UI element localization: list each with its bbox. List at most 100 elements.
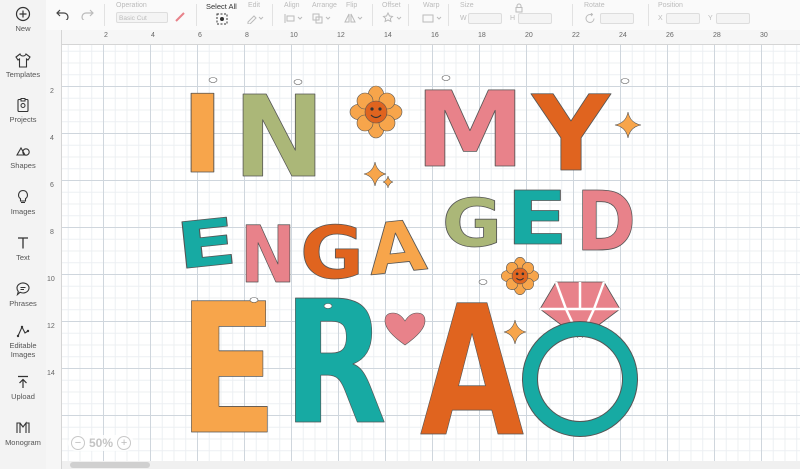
edit-group: Edit: [248, 2, 260, 9]
text-t-icon: [18, 237, 28, 249]
ruler-number: 18: [478, 32, 486, 39]
arrange-icon[interactable]: [312, 13, 332, 24]
sidebar-item-editable-images[interactable]: Editable Images: [0, 323, 46, 359]
redo-icon[interactable]: [80, 8, 94, 20]
sidebar-item-label: Text: [16, 253, 30, 262]
hang-hole: [478, 279, 488, 285]
letter-a[interactable]: A: [420, 268, 525, 461]
sidebar-item-label: New: [15, 24, 31, 33]
select-all-label: Select All: [206, 2, 237, 11]
sidebar-item-templates[interactable]: Templates: [0, 52, 46, 79]
align-label: Align: [284, 2, 300, 9]
heart-icon[interactable]: [384, 312, 426, 346]
height-input[interactable]: [518, 13, 552, 24]
sidebar-item-shapes[interactable]: Shapes: [0, 143, 46, 170]
ruler-number: 6: [50, 182, 54, 189]
y-position-input[interactable]: [716, 13, 750, 24]
toolbar-divider: [196, 4, 197, 26]
sidebar-item-label: Editable Images: [9, 341, 37, 359]
design-canvas[interactable]: I N M Y E N G A G E D E R A: [62, 45, 800, 461]
ruler-number: 20: [525, 32, 533, 39]
align-group: Align: [284, 2, 300, 9]
sparkle-icon[interactable]: [382, 175, 394, 189]
letter-e[interactable]: E: [506, 176, 569, 263]
zoom-out-button[interactable]: −: [71, 436, 85, 450]
upload-arrow-icon: [18, 375, 28, 388]
sidebar-item-label: Projects: [9, 115, 37, 124]
letter-d[interactable]: D: [576, 175, 637, 271]
sidebar-item-monogram[interactable]: Monogram: [0, 420, 46, 447]
size-h-label: H: [510, 15, 516, 22]
flip-icon[interactable]: [344, 13, 364, 24]
x-position-input[interactable]: [666, 13, 700, 24]
smiley-flower-icon[interactable]: [349, 85, 403, 139]
ruler-number: 12: [47, 323, 55, 330]
letter-n[interactable]: N: [233, 73, 326, 204]
ruler-number: 2: [104, 32, 108, 39]
width-input[interactable]: [468, 13, 502, 24]
edit-pencil-icon[interactable]: [246, 13, 264, 24]
sparkle-icon[interactable]: [614, 111, 642, 139]
toolbar-divider: [448, 4, 449, 26]
horizontal-scrollbar[interactable]: [62, 461, 800, 469]
sidebar-item-upload[interactable]: Upload: [0, 374, 46, 401]
sidebar-item-projects[interactable]: Projects: [0, 97, 46, 124]
letter-e[interactable]: E: [178, 266, 279, 461]
ruler-number: 30: [760, 32, 768, 39]
ruler-number: 10: [290, 32, 298, 39]
rotate-group: Rotate: [584, 2, 605, 9]
ruler-number: 26: [666, 32, 674, 39]
pen-color-icon[interactable]: [174, 11, 186, 23]
sidebar-item-phrases[interactable]: Phrases: [0, 281, 46, 308]
align-icon[interactable]: [284, 13, 304, 24]
undo-icon[interactable]: [56, 8, 70, 20]
scrollbar-thumb[interactable]: [70, 462, 150, 468]
select-all-group[interactable]: Select All: [206, 2, 237, 11]
offset-label: Offset: [382, 2, 401, 9]
diamond-ring-icon[interactable]: [522, 281, 638, 437]
ruler-number: 2: [50, 88, 54, 95]
ruler-number: 6: [198, 32, 202, 39]
design-artwork[interactable]: I N M Y E N G A G E D E R A: [62, 45, 800, 461]
letter-m[interactable]: M: [415, 69, 526, 192]
rotate-icon[interactable]: [584, 13, 596, 24]
flip-label: Flip: [346, 2, 358, 9]
toolbar-divider: [648, 4, 649, 26]
ruler-number: 28: [713, 32, 721, 39]
lock-icon[interactable]: [514, 3, 524, 13]
ruler-number: 4: [50, 135, 54, 142]
operation-select[interactable]: Basic Cut: [116, 12, 168, 23]
sparkle-icon[interactable]: [363, 161, 387, 187]
offset-icon[interactable]: [382, 12, 404, 24]
warp-label: Warp: [423, 2, 440, 9]
letter-r[interactable]: R: [283, 265, 388, 461]
lightbulb-icon: [18, 189, 28, 203]
size-label: Size: [460, 2, 474, 9]
offset-group: Offset: [382, 2, 401, 9]
sidebar-item-label: Phrases: [9, 299, 37, 308]
position-group: Position: [658, 2, 683, 9]
zoom-in-button[interactable]: +: [117, 436, 132, 450]
sidebar-item-label: Upload: [11, 392, 35, 401]
letter-i[interactable]: I: [180, 73, 226, 199]
ruler-number: 14: [47, 370, 55, 377]
ruler-number: 8: [245, 32, 249, 39]
toolbar-divider: [104, 4, 105, 26]
ruler-number: 24: [619, 32, 627, 39]
monogram-icon: [16, 421, 30, 433]
hang-hole: [293, 79, 303, 85]
edit-label: Edit: [248, 2, 261, 9]
ruler-number: 12: [337, 32, 345, 39]
sidebar-item-label: Shapes: [10, 161, 36, 170]
plus-circle-icon: [15, 6, 31, 22]
left-ruler: 2 4 6 8 10 12 14: [46, 30, 62, 469]
ruler-number: 10: [47, 276, 55, 283]
size-w-label: W: [460, 15, 467, 22]
sidebar-item-images[interactable]: Images: [0, 189, 46, 216]
select-all-icon[interactable]: [216, 13, 228, 25]
letter-g[interactable]: G: [442, 185, 503, 263]
warp-icon[interactable]: [422, 13, 444, 24]
sidebar-item-new[interactable]: New: [0, 6, 46, 33]
rotate-input[interactable]: [600, 13, 634, 24]
sidebar-item-text[interactable]: Text: [0, 235, 46, 262]
